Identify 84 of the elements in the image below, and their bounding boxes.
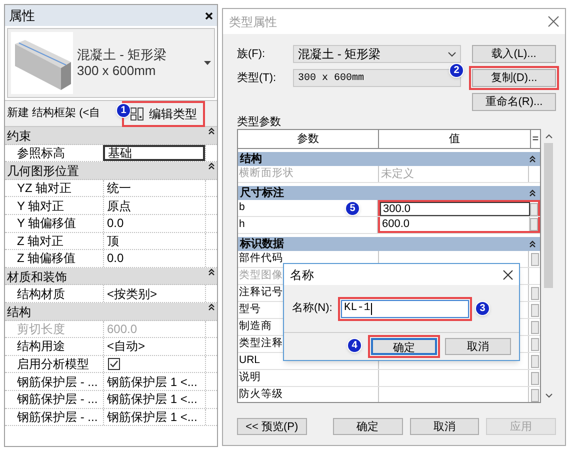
group-title: 结构 (240, 152, 262, 167)
parameter-group-header[interactable]: 标识数据 (238, 234, 540, 251)
property-value: 原点 (103, 197, 205, 214)
property-group-header[interactable]: 材质和装饰 (5, 268, 217, 286)
checkbox[interactable] (108, 358, 120, 370)
scrollbar-thumb[interactable] (544, 143, 553, 288)
dialog-button[interactable]: << 预览(P) (237, 418, 307, 435)
dialog-button[interactable]: 重命名(R)... (472, 93, 556, 111)
property-label: Y 轴对正 (16, 198, 66, 214)
parameter-name: 防火等级 (238, 387, 379, 402)
property-value: <按类别> (103, 285, 205, 302)
dialog-title: 类型属性 (229, 14, 277, 30)
dialog-button[interactable]: 确定 (371, 338, 437, 355)
field-label: 名称(N): (292, 301, 334, 316)
family-dropdown[interactable]: 混凝土 - 矩形梁 (293, 45, 461, 63)
group-title: 尺寸标注 (240, 186, 284, 201)
column-header[interactable]: = (531, 130, 540, 148)
dialog-title: 名称 (290, 266, 314, 284)
group-title: 约束 (7, 128, 31, 144)
group-title: 标识数据 (240, 236, 284, 252)
name-input-field[interactable]: KL-1 (341, 300, 469, 318)
property-value: 统一 (103, 180, 205, 196)
collapse-icon[interactable] (208, 268, 215, 276)
property-group-header[interactable]: 结构 (5, 302, 217, 321)
property-label: 参照标高 (16, 144, 66, 162)
collapse-icon[interactable] (208, 302, 215, 311)
property-value: 顶 (103, 232, 205, 250)
dialog-button[interactable]: 取消 (445, 338, 511, 355)
property-label: 剪切长度 (16, 320, 66, 338)
group-title: 结构 (7, 304, 31, 320)
collapse-icon[interactable] (208, 162, 215, 170)
property-value: <自动> (103, 338, 205, 355)
property-label: 钢筋保护层 - ... (16, 408, 99, 426)
parameter-name: h (238, 217, 378, 233)
dropdown-arrow-icon[interactable] (204, 61, 211, 65)
beam-drawing (11, 32, 73, 94)
collapse-icon[interactable] (529, 155, 536, 163)
instance-label: 新建 结构框架 (<自 (7, 106, 100, 122)
field-label: 类型(T): (237, 70, 278, 86)
column-header[interactable]: 值 (379, 130, 531, 148)
collapse-icon[interactable] (529, 189, 536, 197)
dialog-button[interactable]: 确定 (332, 418, 402, 435)
group-title: 材质和装饰 (7, 268, 67, 284)
type-selector[interactable]: 混凝土 - 矩形梁 300 x 600mm (7, 28, 215, 98)
property-label: Y 轴偏移值 (16, 215, 78, 232)
close-icon[interactable] (205, 12, 213, 20)
collapse-icon[interactable] (529, 240, 536, 248)
collapse-icon[interactable] (208, 127, 215, 135)
property-value: 0.0 (103, 214, 205, 232)
property-group-header[interactable]: 几何图形位置 (5, 162, 217, 180)
parameter-group-header[interactable]: 尺寸标注 (238, 183, 540, 200)
value-field[interactable]: 300.0 (380, 202, 530, 216)
parameter-name: 横断面形状 (238, 166, 379, 182)
group-title: 几何图形位置 (7, 163, 79, 179)
property-label: Z 轴偏移值 (16, 250, 77, 267)
property-label: 结构用途 (16, 338, 66, 355)
value-field[interactable]: 基础 (103, 144, 205, 162)
property-value: 600.0 (103, 320, 205, 338)
property-label: 钢筋保护层 - ... (16, 391, 99, 408)
field-label: 族(F): (237, 46, 266, 62)
column-header[interactable]: 参数 (238, 130, 379, 148)
property-label: 结构材质 (16, 286, 66, 302)
property-value: 钢筋保护层 1 <... (103, 408, 205, 426)
parameter-value: 未定义 (379, 166, 529, 182)
property-label: YZ 轴对正 (16, 180, 73, 196)
dialog-button[interactable]: 复制(D)... (472, 69, 556, 87)
type-size: 300 x 600mm (77, 63, 157, 79)
property-value: 钢筋保护层 1 <... (103, 390, 205, 408)
type-name: 混凝土 - 矩形梁 (77, 47, 168, 63)
property-label: Z 轴对正 (16, 232, 65, 250)
parameter-name: 说明 (238, 370, 379, 386)
dialog-button[interactable]: 取消 (410, 418, 480, 435)
chevron-down-icon (448, 52, 456, 56)
parameter-group-header[interactable]: 结构 (238, 149, 540, 166)
panel-title: 属性 (9, 6, 35, 25)
section-label: 类型参数 (237, 115, 282, 128)
property-label: 钢筋保护层 - ... (16, 374, 99, 390)
type-properties-icon (130, 106, 144, 120)
property-label: 启用分析模型 (16, 356, 90, 372)
dialog-button[interactable]: 载入(L)... (472, 45, 556, 63)
property-group-header[interactable]: 约束 (5, 127, 217, 145)
property-value: 0.0 (103, 250, 205, 267)
close-icon[interactable] (503, 270, 513, 280)
property-value: 钢筋保护层 1 <... (103, 373, 205, 390)
